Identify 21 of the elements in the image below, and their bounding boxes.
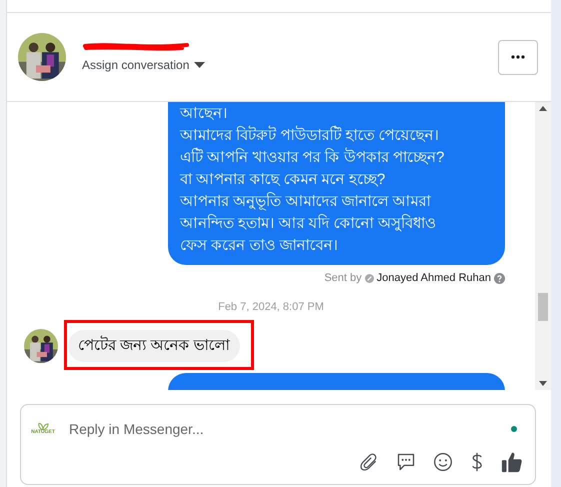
avatar xyxy=(24,329,58,363)
smiley-icon[interactable] xyxy=(433,452,453,472)
message-bubble: আছেন। আমাদের বিটরুট পাউডারটি হাতে পেয়েছেন। এটি আপনি খাওয়ার পর কি উপকার পাচ্ছেন? বা আপনার কাছে কেমন মনে হচ্ছে? আপনার অনুভূতি আমাদের জানালে আমরা আনন্দিত হতাম। আর যদি কোনো অসুবিধাও ফেস করেন তাও জানাবেন। xyxy=(168,102,505,265)
scrollbar-thumb[interactable] xyxy=(538,293,548,321)
caret-icon[interactable] xyxy=(194,62,206,68)
paperclip-icon[interactable] xyxy=(359,452,379,472)
assign-conversation-dropdown[interactable]: Assign conversation xyxy=(82,56,190,74)
scroll-down-icon[interactable] xyxy=(539,381,547,386)
avatar xyxy=(18,33,66,81)
message-bubble: পেটের জন্য অনেক ভালো xyxy=(68,330,240,362)
scroll-up-icon[interactable] xyxy=(539,106,547,111)
dollar-icon[interactable] xyxy=(470,452,484,472)
thumbs-up-icon[interactable] xyxy=(501,451,523,473)
reply-input[interactable]: Reply in Messenger... xyxy=(69,418,511,440)
help-icon[interactable] xyxy=(494,272,505,284)
timestamp: Feb 7, 2024, 8:07 PM xyxy=(218,300,324,314)
sender-name: Jonayed Ahmed Ruhan xyxy=(376,271,491,286)
badge-icon xyxy=(364,274,374,283)
more-icon xyxy=(511,55,525,59)
chat-bubble-icon[interactable] xyxy=(396,452,416,472)
sent-by-label: Sent by xyxy=(324,271,362,286)
